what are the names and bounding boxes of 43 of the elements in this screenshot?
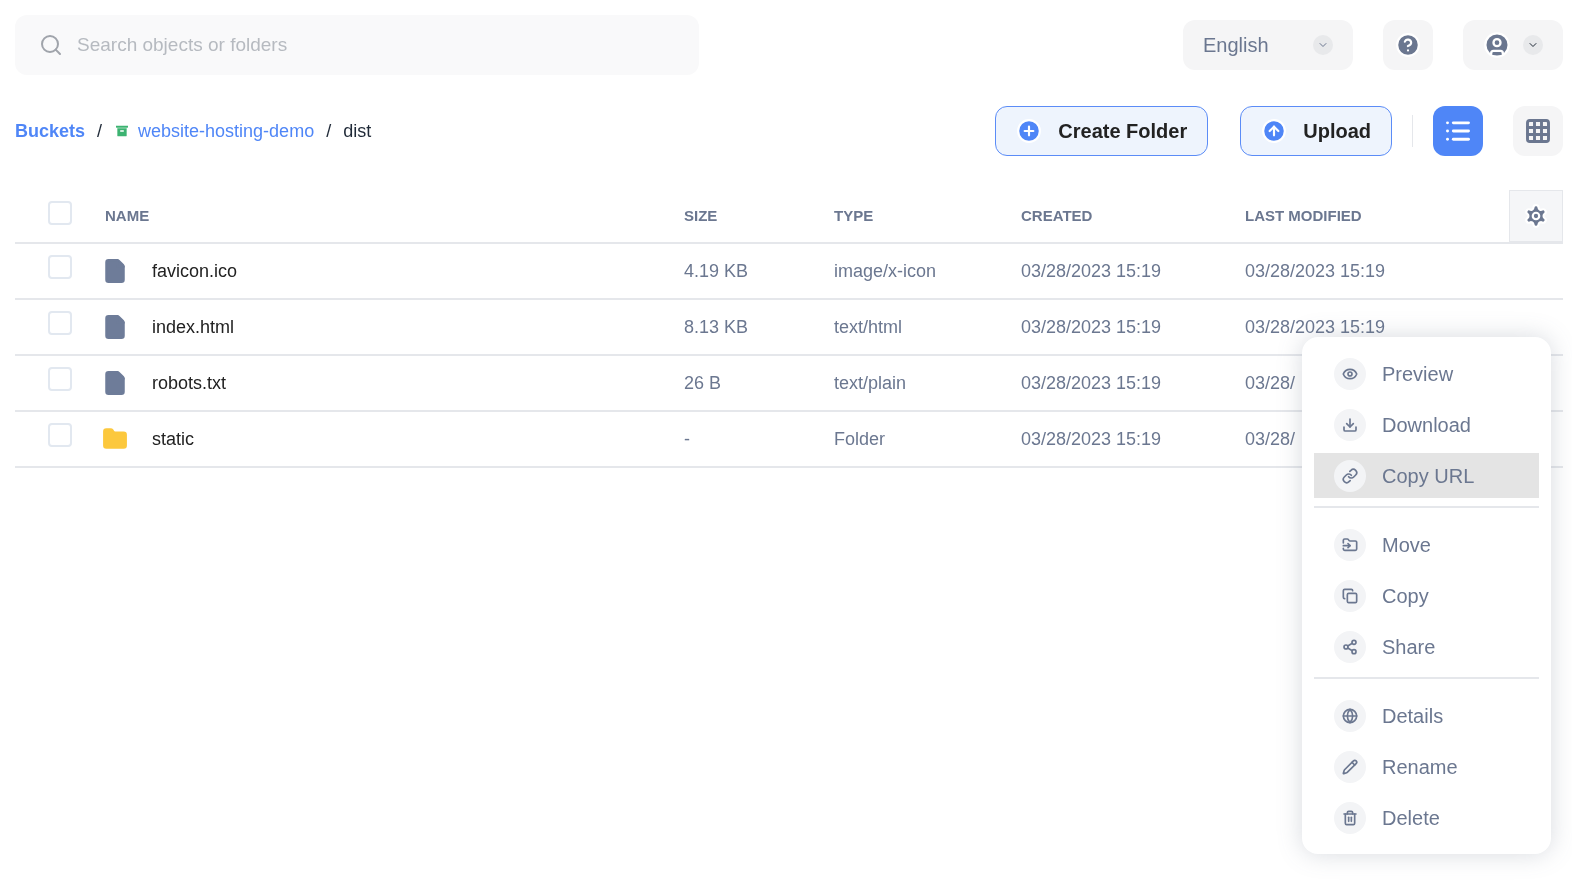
menu-item[interactable]: Move xyxy=(1314,522,1539,567)
file-name[interactable]: index.html xyxy=(152,313,235,341)
menu-item[interactable]: Delete xyxy=(1314,795,1539,840)
table-cell: 03/28/2023 15:19 xyxy=(1021,428,1162,449)
menu-item[interactable]: Copy URL xyxy=(1314,453,1539,498)
menu-item[interactable]: Share xyxy=(1314,624,1539,669)
table-cell: image/x-icon xyxy=(834,260,937,281)
menu-item[interactable]: Download xyxy=(1314,402,1539,447)
table-cell: 03/28/2023 15:19 xyxy=(1245,316,1386,337)
search-field[interactable]: Search objects or folders xyxy=(15,15,699,75)
menu-item[interactable]: Copy xyxy=(1314,573,1539,618)
table-cell: 03/28/2023 15:19 xyxy=(1021,372,1162,393)
menu-item[interactable]: Rename xyxy=(1314,744,1539,789)
table-cell: Folder xyxy=(834,428,886,449)
column-header[interactable]: SIZE xyxy=(684,206,718,224)
table-cell: 03/28/2023 15:19 xyxy=(1245,260,1386,281)
breadcrumb-separator: / xyxy=(326,119,332,143)
upload-button[interactable]: Upload xyxy=(1240,106,1392,156)
breadcrumb-separator: / xyxy=(97,119,103,143)
menu-item[interactable]: Details xyxy=(1314,693,1539,738)
column-header[interactable]: TYPE xyxy=(834,206,874,224)
table-cell: - xyxy=(684,428,690,449)
table-cell: 03/28/ xyxy=(1245,372,1296,393)
table-cell: text/html xyxy=(834,316,903,337)
table-cell: 03/28/2023 15:19 xyxy=(1021,316,1162,337)
column-header[interactable]: CREATED xyxy=(1021,206,1093,224)
table-cell: 03/28/2023 15:19 xyxy=(1021,260,1162,281)
table-cell: 8.13 KB xyxy=(684,316,749,337)
create-folder-button[interactable]: Create Folder xyxy=(995,106,1209,156)
breadcrumb-link[interactable]: website-hosting-demo xyxy=(138,117,315,145)
column-header[interactable]: NAME xyxy=(105,206,150,224)
table-cell: text/plain xyxy=(834,372,907,393)
file-name[interactable]: robots.txt xyxy=(152,369,227,397)
table-cell: 26 B xyxy=(684,372,722,393)
breadcrumb-link[interactable]: Buckets xyxy=(15,117,86,145)
language-select[interactable]: English xyxy=(1183,20,1353,70)
column-header[interactable]: LAST MODIFIED xyxy=(1245,206,1362,224)
file-name[interactable]: static xyxy=(152,425,194,453)
file-name[interactable]: favicon.ico xyxy=(152,257,238,285)
breadcrumb-current: dist xyxy=(343,119,372,143)
menu-item[interactable]: Preview xyxy=(1314,351,1539,396)
table-cell: 4.19 KB xyxy=(684,260,749,281)
table-cell: 03/28/ xyxy=(1245,428,1296,449)
